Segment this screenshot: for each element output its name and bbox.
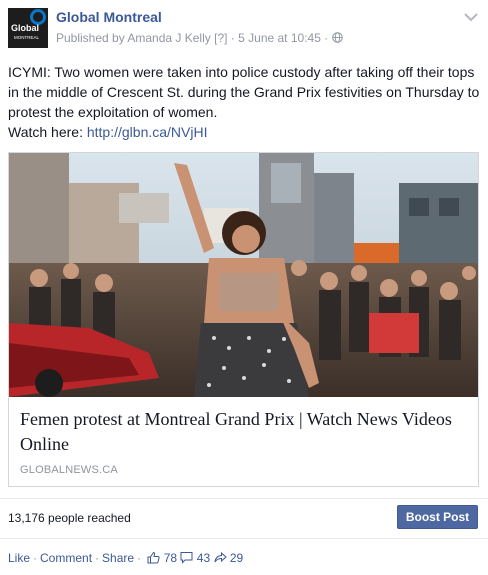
post-text: ICYMI: Two women were taken into police …	[8, 64, 480, 120]
logo-subtext: MONTREAL	[14, 35, 40, 40]
likes-count[interactable]: 78	[147, 551, 180, 565]
shares-count-value: 29	[229, 551, 244, 565]
watch-label: Watch here:	[8, 124, 83, 140]
post-card: Global MONTREAL Global Montreal Publishe…	[0, 0, 488, 575]
preview-domain: GLOBALNEWS.CA	[20, 464, 118, 476]
watch-line: Watch here: http://glbn.ca/NVjHI	[8, 122, 207, 142]
chevron-down-icon[interactable]	[464, 12, 478, 22]
boost-post-button[interactable]: Boost Post	[397, 505, 478, 529]
action-separator: ·	[95, 551, 100, 565]
global-logo-icon: Global MONTREAL	[8, 8, 48, 48]
meta-dot: ·	[230, 31, 235, 45]
comments-count[interactable]: 43	[180, 551, 213, 565]
share-arrow-icon	[214, 551, 227, 563]
divider	[0, 498, 488, 499]
comment-link[interactable]: Comment	[40, 551, 92, 565]
meta-dot: ·	[324, 31, 329, 45]
action-separator: ·	[33, 551, 38, 565]
share-link[interactable]: Share	[102, 551, 134, 565]
comment-bubble-icon	[180, 552, 193, 564]
published-by: Published by Amanda J Kelly	[56, 31, 211, 45]
page-name-link[interactable]: Global Montreal	[56, 9, 162, 25]
post-meta: Published by Amanda J Kelly [?] · 5 June…	[56, 31, 343, 45]
post-date[interactable]: 5 June at 10:45	[238, 31, 321, 45]
action-separator: ·	[137, 551, 142, 565]
globe-icon[interactable]	[331, 32, 343, 43]
preview-title[interactable]: Femen protest at Montreal Grand Prix | W…	[20, 407, 470, 457]
people-reached[interactable]: 13,176 people reached	[8, 511, 131, 525]
like-link[interactable]: Like	[8, 551, 30, 565]
action-bar: Like · Comment · Share · 78 43 29	[8, 551, 243, 565]
shares-count[interactable]: 29	[214, 551, 244, 565]
page-avatar[interactable]: Global MONTREAL	[8, 8, 48, 48]
thumbs-up-icon	[147, 551, 160, 564]
likes-count-value: 78	[163, 551, 178, 565]
watch-link[interactable]: http://glbn.ca/NVjHI	[87, 124, 208, 140]
preview-image[interactable]	[9, 153, 478, 397]
logo-text: Global	[11, 23, 39, 33]
help-marker[interactable]: [?]	[214, 31, 227, 45]
link-preview[interactable]: Femen protest at Montreal Grand Prix | W…	[8, 152, 479, 487]
divider	[0, 538, 488, 539]
comments-count-value: 43	[196, 551, 211, 565]
